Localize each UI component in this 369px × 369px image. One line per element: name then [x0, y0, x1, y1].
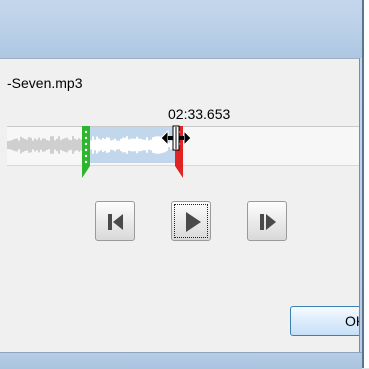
- desktop-edge: [364, 0, 369, 368]
- play-button[interactable]: [171, 201, 211, 241]
- resize-horizontal-cursor-icon: [160, 125, 192, 151]
- file-name-label: -Seven.mp3: [7, 75, 83, 91]
- previous-icon: [108, 214, 123, 230]
- ok-button[interactable]: OK: [290, 306, 359, 336]
- previous-button[interactable]: [95, 201, 135, 241]
- next-button[interactable]: [247, 201, 287, 241]
- start-marker-handle[interactable]: [80, 126, 92, 178]
- playhead-time-label: 02:33.653: [168, 106, 231, 122]
- play-icon: [186, 212, 201, 232]
- dialog-content: -Seven.mp3 02:33.653 O: [0, 0, 359, 352]
- window-bottom-frame: [0, 352, 362, 369]
- next-icon: [260, 214, 276, 230]
